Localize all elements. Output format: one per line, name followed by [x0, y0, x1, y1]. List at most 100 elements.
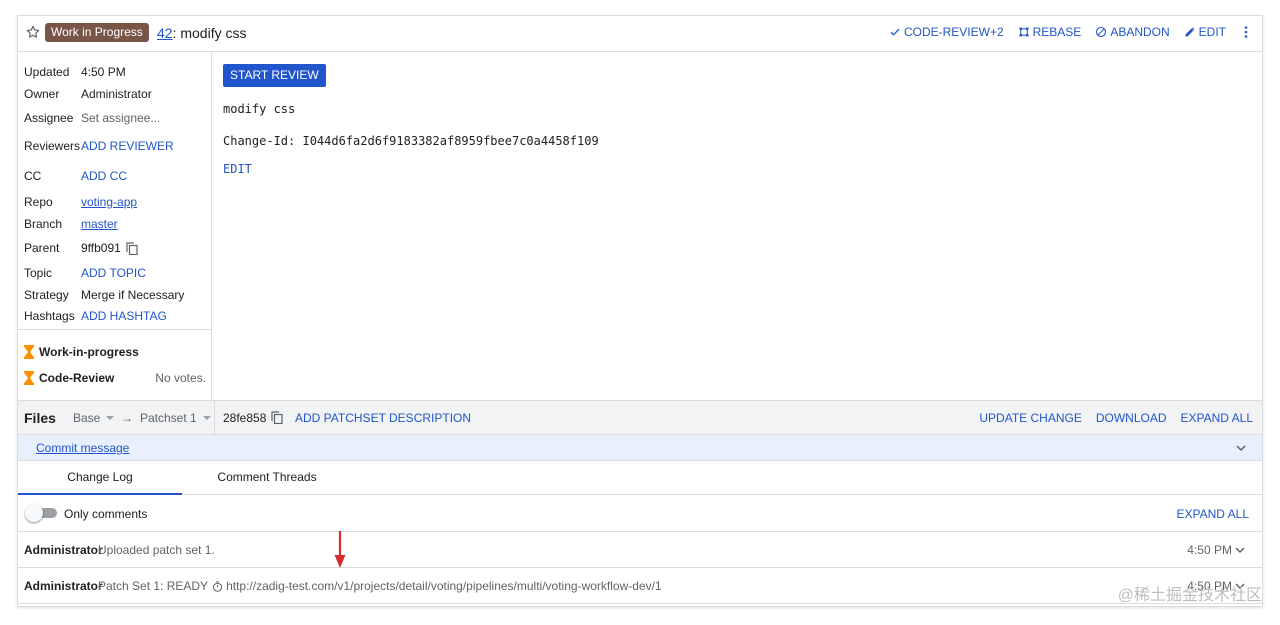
- annotation-arrow-icon: [334, 531, 346, 568]
- rebase-label: REBASE: [1032, 25, 1082, 39]
- updated-label: Updated: [24, 65, 70, 79]
- patchset-hash-value: 28fe858: [223, 410, 267, 425]
- files-toolbar: Files Base → Patchset 1 28fe858 ADD PATC…: [18, 400, 1262, 435]
- message-summary: Uploaded patch set 1.: [98, 543, 215, 557]
- star-icon[interactable]: [25, 24, 41, 40]
- log-message[interactable]: Administrator Uploaded patch set 1. 4:50…: [18, 532, 1262, 568]
- tab-comment-threads[interactable]: Comment Threads: [182, 461, 352, 495]
- patchset-select-value: Patchset 1: [140, 410, 197, 425]
- meta-repo: Repo voting-app: [24, 195, 137, 209]
- file-row-commit-message[interactable]: Commit message: [18, 435, 1262, 461]
- abandon-button[interactable]: ABANDON: [1095, 25, 1170, 39]
- label-code-review: Code-Review No votes.: [24, 371, 206, 385]
- meta-updated: Updated 4:50 PM: [24, 65, 126, 79]
- change-metadata: Updated 4:50 PM Owner Administrator Assi…: [18, 52, 212, 400]
- add-cc-button[interactable]: ADD CC: [81, 169, 127, 183]
- add-patchset-description-button[interactable]: ADD PATCHSET DESCRIPTION: [295, 411, 471, 425]
- base-select-value: Base: [73, 410, 101, 425]
- page-title: 42: modify css: [157, 23, 246, 43]
- strategy-label: Strategy: [24, 288, 69, 302]
- only-comments-toggle[interactable]: [25, 504, 57, 522]
- divider: [214, 401, 215, 435]
- add-topic-button[interactable]: ADD TOPIC: [81, 266, 146, 280]
- chevron-down-icon: [106, 415, 115, 420]
- wip-badge: Work in Progress: [45, 23, 149, 42]
- parent-label: Parent: [24, 241, 60, 255]
- copy-icon[interactable]: [271, 411, 283, 424]
- hashtags-label: Hashtags: [24, 309, 75, 323]
- reviewers-label: Reviewers: [24, 139, 81, 153]
- meta-parent: Parent 9ffb091: [24, 241, 138, 255]
- sidebar-divider: [18, 329, 212, 330]
- label-work-in-progress: Work-in-progress: [24, 345, 139, 359]
- chevron-down-icon[interactable]: [1235, 545, 1245, 555]
- branch-link[interactable]: master: [81, 217, 118, 231]
- assignee-input[interactable]: Set assignee...: [81, 111, 160, 125]
- code-review-label: CODE-REVIEW+2: [903, 25, 1004, 39]
- toggle-knob: [25, 504, 43, 522]
- meta-branch: Branch master: [24, 217, 118, 231]
- title-separator: :: [172, 25, 177, 41]
- owner-value[interactable]: Administrator: [81, 87, 152, 101]
- check-icon: [890, 28, 900, 36]
- label-votes: No votes.: [155, 371, 206, 385]
- block-icon: [1096, 26, 1107, 38]
- message-summary-prefix: Patch Set 1: READY: [98, 579, 209, 593]
- chevron-down-icon[interactable]: [1236, 443, 1246, 453]
- patchset-select[interactable]: Patchset 1: [140, 411, 211, 425]
- meta-assignee: Assignee Set assignee...: [24, 111, 160, 125]
- message-time: 4:50 PM: [1187, 543, 1232, 557]
- files-actions: UPDATE CHANGE DOWNLOAD EXPAND ALL: [979, 411, 1253, 425]
- change-view: Work in Progress 42: modify css CODE-REV…: [17, 15, 1263, 607]
- meta-owner: Owner Administrator: [24, 87, 152, 101]
- add-reviewer-button[interactable]: ADD REVIEWER: [81, 139, 174, 153]
- arrow-right-icon: →: [121, 410, 133, 425]
- chevron-down-icon: [202, 415, 211, 420]
- commit-message-link[interactable]: Commit message: [36, 441, 129, 455]
- code-review-plus2-button[interactable]: CODE-REVIEW+2: [889, 25, 1004, 39]
- base-select[interactable]: Base: [73, 410, 115, 425]
- repo-link[interactable]: voting-app: [81, 195, 137, 209]
- header-actions: CODE-REVIEW+2 REBASE ABANDON EDIT: [889, 25, 1252, 39]
- updated-value: 4:50 PM: [81, 65, 126, 79]
- edit-label: EDIT: [1198, 25, 1226, 39]
- more-vert-icon[interactable]: [1240, 25, 1252, 39]
- timer-icon: [213, 580, 223, 592]
- message-url[interactable]: http://zadig-test.com/v1/projects/detail…: [226, 579, 662, 593]
- meta-strategy: Strategy Merge if Necessary: [24, 288, 184, 302]
- log-message[interactable]: Administrator Patch Set 1: READY http://…: [18, 568, 1262, 604]
- parent-commit: 9ffb091: [81, 241, 121, 255]
- copy-icon[interactable]: [126, 241, 138, 255]
- assignee-label: Assignee: [24, 111, 74, 125]
- update-change-button[interactable]: UPDATE CHANGE: [979, 411, 1081, 425]
- change-subject: modify css: [180, 25, 247, 41]
- branch-label: Branch: [24, 217, 63, 231]
- label-name: Code-Review: [39, 371, 115, 385]
- edit-button[interactable]: EDIT: [1184, 25, 1226, 39]
- message-summary: Patch Set 1: READY http://zadig-test.com…: [98, 579, 662, 593]
- owner-label: Owner: [24, 87, 60, 101]
- rebase-button[interactable]: REBASE: [1018, 25, 1082, 39]
- strategy-value: Merge if Necessary: [81, 288, 185, 302]
- label-name: Work-in-progress: [39, 345, 139, 359]
- cc-label: CC: [24, 169, 42, 183]
- message-author: Administrator: [24, 579, 103, 593]
- tab-change-log[interactable]: Change Log: [18, 461, 182, 495]
- expand-all-files-button[interactable]: EXPAND ALL: [1181, 411, 1253, 425]
- only-comments-label: Only comments: [64, 507, 148, 521]
- change-number-link[interactable]: 42: [157, 25, 173, 41]
- topic-label: Topic: [24, 266, 53, 280]
- commit-message-text: modify css Change-Id: I044d6fa2d6f918338…: [223, 102, 599, 148]
- files-title: Files: [24, 409, 56, 426]
- hourglass-icon: [24, 371, 34, 385]
- expand-all-messages-button[interactable]: EXPAND ALL: [1177, 507, 1249, 521]
- add-hashtag-button[interactable]: ADD HASHTAG: [81, 309, 167, 323]
- meta-cc: CC ADD CC: [24, 169, 127, 183]
- start-review-button[interactable]: START REVIEW: [223, 64, 326, 87]
- download-button[interactable]: DOWNLOAD: [1096, 411, 1167, 425]
- abandon-label: ABANDON: [1110, 25, 1170, 39]
- commit-panel: START REVIEW modify css Change-Id: I044d…: [213, 52, 1262, 400]
- pencil-icon: [1185, 27, 1195, 37]
- edit-commit-message-button[interactable]: EDIT: [223, 162, 252, 176]
- hourglass-icon: [24, 345, 34, 359]
